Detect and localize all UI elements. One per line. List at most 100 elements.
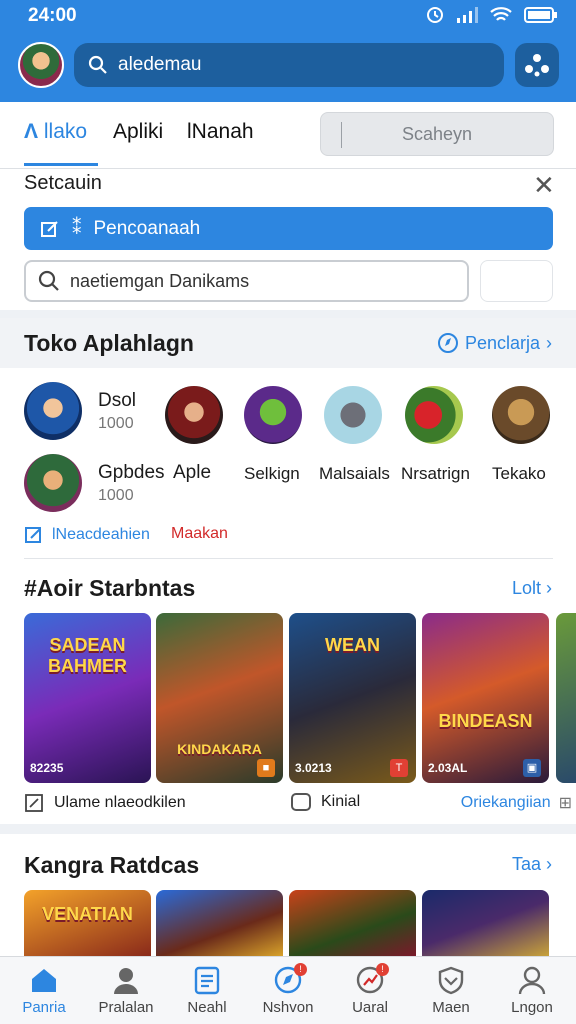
app-name[interactable]: Gpbdes — [98, 462, 165, 484]
app-name[interactable]: Tekako — [492, 464, 546, 484]
section-link-label: Taa — [511, 854, 541, 874]
checkbox-icon — [291, 793, 311, 811]
game-tile[interactable] — [422, 890, 549, 956]
section-title: #Aoir Starbntas — [24, 575, 196, 601]
search-input[interactable]: naetiemgan Danikams — [24, 260, 469, 302]
app-icon[interactable] — [165, 386, 223, 444]
nav-label: Neahl — [187, 999, 227, 1016]
app-icon[interactable] — [324, 386, 382, 444]
alarm-icon — [427, 7, 443, 23]
game-tile[interactable]: WEAN 3.0213 T — [289, 613, 416, 783]
app-icon[interactable] — [405, 386, 463, 444]
section-link[interactable]: Penclarja › — [437, 332, 552, 354]
badge-icon: ■ — [257, 759, 275, 777]
chevron-right-icon: › — [546, 578, 552, 598]
app-name[interactable]: Malsaials — [319, 464, 390, 484]
chevron-right-icon: › — [546, 854, 552, 874]
tab-nanah[interactable]: lNanah — [187, 120, 254, 144]
app-name[interactable]: Selkign — [244, 464, 300, 484]
store-footer-link[interactable]: lNeacdeahien — [24, 525, 150, 545]
nav-label: Maen — [432, 999, 470, 1016]
tab-search-placeholder: Scaheyn — [401, 123, 473, 144]
section-title: Toko Aplahlagn — [24, 330, 194, 356]
star-footer-right[interactable]: Oriekangiian ⊞ — [461, 793, 572, 813]
primary-action-button[interactable]: ⁑ Pencoanaah — [24, 207, 553, 250]
nav-label: Panria — [22, 999, 66, 1016]
app-name[interactable]: Dsol — [98, 390, 136, 412]
tab-llako[interactable]: Λ llako — [24, 120, 87, 144]
nav-item-messages[interactable]: ! Nshvon — [247, 963, 329, 1016]
tile-art-text: BINDEASN — [438, 711, 533, 731]
search-bar[interactable]: aledemau — [74, 43, 504, 87]
shield-icon — [438, 966, 464, 995]
tab-search-field[interactable]: Scaheyn — [320, 112, 554, 156]
game-tile[interactable]: SADEAN BAHMER 82235 — [24, 613, 151, 783]
search-icon — [38, 270, 59, 291]
star-footer-mid-label: Kinial — [321, 793, 361, 810]
nav-label: Lngon — [511, 999, 553, 1016]
game-tile[interactable]: VENATIAN — [24, 890, 151, 956]
settings-button[interactable] — [515, 43, 559, 87]
section-link[interactable]: Taa › — [512, 854, 552, 875]
grid-icon: ⊞ — [558, 795, 572, 812]
nav-label: Uaral — [352, 999, 388, 1016]
app-name[interactable]: Nrsatrign — [401, 464, 470, 484]
star-footer-mid[interactable]: Kinial — [291, 793, 360, 811]
wifi-icon — [490, 7, 512, 21]
home-icon — [32, 969, 56, 992]
filter-box[interactable] — [480, 260, 553, 302]
tile-art-text: WEAN — [325, 635, 380, 655]
nav-label: Nshvon — [262, 999, 314, 1016]
divider — [24, 558, 553, 559]
nav-item-games[interactable]: Maen — [410, 965, 492, 1016]
app-icon[interactable] — [24, 382, 82, 440]
star-footer-right-label: Oriekangiian — [460, 794, 551, 811]
avatar[interactable] — [18, 42, 64, 88]
nav-item-profile[interactable]: Pralalan — [85, 965, 167, 1016]
panel-title: Setcauin — [24, 172, 102, 194]
notification-badge-icon: ! — [294, 963, 307, 976]
nav-item-activity[interactable]: ! Uaral — [329, 963, 411, 1016]
signal-icon — [457, 7, 478, 23]
close-icon[interactable]: ✕ — [533, 170, 555, 201]
game-tile[interactable] — [156, 890, 283, 956]
tab-indicator — [24, 163, 98, 166]
section-title: Kangra Ratdcas — [24, 852, 200, 878]
tile-art-text: VENATIAN — [42, 904, 133, 924]
store-footer-label: lNeacdeahien — [52, 526, 150, 543]
status-icons — [426, 6, 558, 24]
game-tile[interactable]: KINDAKARA ■ — [156, 613, 283, 783]
edit-icon — [41, 220, 58, 237]
text-cursor — [341, 122, 342, 148]
user-outline-icon — [518, 966, 546, 995]
nav-item-account[interactable]: Lngon — [491, 965, 573, 1016]
store-card: Dsol 1000 Gpbdes 1000 Aple Selkign Malsa… — [0, 368, 576, 560]
section-header-store: Toko Aplahlagn Penclarja › — [0, 318, 576, 368]
compass-icon — [437, 333, 458, 353]
star-card: #Aoir Starbntas Lolt › SADEAN BAHMER 822… — [0, 560, 576, 824]
app-icon[interactable] — [244, 386, 302, 444]
app-name[interactable]: Aple — [173, 462, 211, 484]
top-panel: Λ llako Apliki lNanah Scaheyn Setcauin ✕… — [0, 102, 576, 310]
game-tile[interactable] — [289, 890, 416, 956]
app-icon[interactable] — [492, 386, 550, 444]
edit-icon — [25, 527, 41, 543]
star-footer-left[interactable]: Ulame nlaeodkilen — [24, 793, 186, 813]
game-tile[interactable]: BINDEASN 2.03AL ▣ — [422, 613, 549, 783]
notification-badge-icon: ! — [376, 963, 389, 976]
game-tile[interactable] — [556, 613, 576, 783]
chevron-right-icon: › — [546, 332, 552, 353]
nav-item-home[interactable]: Panria — [3, 965, 85, 1016]
primary-action-label: Pencoanaah — [93, 217, 201, 239]
tab-bar: Λ llako Apliki lNanah Scaheyn — [0, 102, 576, 166]
section-link[interactable]: Lolt › — [512, 578, 552, 599]
rating-card: Kangra Ratdcas Taa › VENATIAN — [0, 834, 576, 956]
badge-icon: ▣ — [523, 759, 541, 777]
store-footer-more[interactable]: Maakan — [171, 525, 228, 543]
tab-label: llako — [43, 120, 88, 143]
section-link-label: Penclarja — [464, 332, 540, 353]
tab-apliki[interactable]: Apliki — [113, 120, 163, 144]
nav-item-list[interactable]: Neahl — [166, 965, 248, 1016]
status-bar: 24:00 — [0, 0, 576, 32]
app-icon[interactable] — [24, 454, 82, 512]
